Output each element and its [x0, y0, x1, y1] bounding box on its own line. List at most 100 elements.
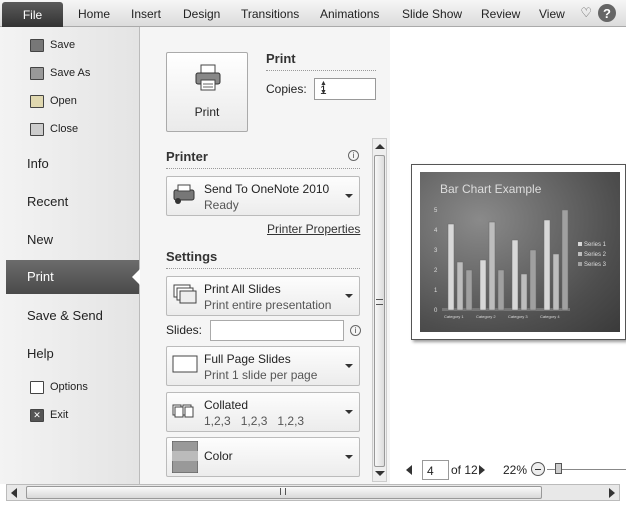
print-range-subtitle: Print entire presentation [204, 298, 332, 312]
printer-info-icon[interactable]: i [348, 150, 359, 161]
legend-swatch [578, 242, 582, 246]
nav-info[interactable]: Info [27, 156, 49, 171]
tab-transitions[interactable]: Transitions [241, 7, 299, 21]
slides-label: Slides: [166, 323, 203, 337]
minimize-ribbon-icon[interactable]: ♡ [580, 5, 592, 21]
legend-label: Series 1 [584, 242, 607, 248]
page-number-input[interactable]: 4 [422, 460, 449, 480]
scroll-right-icon[interactable] [609, 488, 615, 498]
print-button[interactable]: Print [166, 52, 248, 132]
nav-print-label: Print [27, 269, 54, 284]
close-folder-icon [30, 122, 44, 136]
printer-status: Ready [204, 198, 239, 212]
printer-properties-link[interactable]: Printer Properties [267, 222, 360, 236]
nav-help[interactable]: Help [27, 346, 54, 361]
zoom-level: 22% [503, 463, 528, 477]
tab-review[interactable]: Review [481, 7, 520, 21]
slides-info-icon[interactable]: i [350, 325, 361, 336]
printer-name: Send To OneNote 2010 [204, 182, 330, 196]
increment-icon[interactable]: ▲ [320, 80, 372, 87]
chevron-down-icon [345, 455, 353, 459]
scroll-up-icon[interactable] [375, 144, 385, 149]
bar-series-2 [552, 253, 560, 311]
save-command[interactable]: Save [30, 38, 76, 52]
collate-title: Collated [204, 398, 249, 412]
settings-header-divider [166, 268, 360, 269]
settings-scrollbar[interactable] [372, 138, 387, 482]
open-folder-icon [30, 94, 44, 108]
tab-animations[interactable]: Animations [320, 7, 379, 21]
copies-stepper[interactable]: 1 ▲ ▼ [314, 78, 376, 100]
slides-input[interactable] [210, 320, 344, 341]
zoom-out-icon[interactable] [531, 462, 545, 476]
print-header-divider [266, 70, 376, 71]
bar-series-3 [529, 249, 537, 311]
legend-label: Series 3 [584, 262, 607, 268]
nav-new[interactable]: New [27, 232, 53, 247]
tab-slide-show[interactable]: Slide Show [402, 7, 462, 21]
nav-save-send[interactable]: Save & Send [27, 308, 103, 323]
page-count: of 12 [451, 463, 478, 477]
category-label: Category 2 [476, 314, 496, 319]
save-icon [30, 38, 44, 52]
exit-command[interactable]: ✕ Exit [30, 408, 69, 422]
y-tick-label: 3 [434, 248, 438, 254]
close-label: Close [50, 123, 79, 135]
options-icon [30, 380, 44, 394]
help-icon[interactable]: ? [598, 4, 616, 22]
tab-home[interactable]: Home [78, 7, 110, 21]
color-title: Color [204, 449, 233, 463]
decrement-icon[interactable]: ▼ [320, 89, 372, 96]
bar-series-1 [543, 219, 551, 311]
slides-stack-icon [173, 284, 197, 304]
layout-title: Full Page Slides [204, 352, 291, 366]
chevron-down-icon [345, 410, 353, 414]
layout-dropdown[interactable]: Full Page Slides Print 1 slide per page [166, 346, 360, 386]
exit-icon: ✕ [30, 408, 44, 422]
collated-pages-icon [172, 404, 194, 418]
close-command[interactable]: Close [30, 122, 79, 136]
bar-series-3 [497, 269, 505, 311]
options-command[interactable]: Options [30, 380, 88, 394]
horizontal-scrollbar[interactable] [6, 484, 620, 501]
exit-label: Exit [50, 409, 69, 421]
save-label: Save [50, 39, 76, 51]
selection-notch [132, 269, 140, 285]
scrollbar-thumb[interactable] [374, 155, 385, 467]
tab-design[interactable]: Design [183, 7, 220, 21]
ribbon: File Home Insert Design Transitions Anim… [0, 0, 626, 27]
file-tab[interactable]: File [2, 2, 63, 27]
print-range-dropdown[interactable]: Print All Slides Print entire presentati… [166, 276, 360, 316]
next-page-icon[interactable] [479, 465, 485, 475]
legend-label: Series 2 [584, 252, 607, 258]
save-as-command[interactable]: Save As [30, 66, 91, 80]
open-command[interactable]: Open [30, 94, 77, 108]
category-label: Category 3 [508, 314, 528, 319]
print-button-label: Print [194, 105, 220, 119]
nav-recent[interactable]: Recent [27, 194, 68, 209]
collate-dropdown[interactable]: Collated 1,2,3 1,2,3 1,2,3 [166, 392, 360, 432]
bar-series-2 [520, 273, 528, 311]
bar-chart: 0 1 2 3 4 5 Category 1 Category 2 Category 3 Cate… [434, 208, 607, 319]
color-swatch-icon [172, 441, 198, 473]
nav-print[interactable]: Print [6, 260, 140, 294]
options-label: Options [50, 381, 88, 393]
y-tick-label: 5 [434, 208, 438, 214]
bar-series-2 [456, 261, 464, 311]
previous-page-icon[interactable] [406, 465, 412, 475]
open-label: Open [50, 95, 77, 107]
chevron-down-icon [345, 364, 353, 368]
printer-dropdown[interactable]: Send To OneNote 2010 Ready [166, 176, 360, 216]
collate-subtitle: 1,2,3 1,2,3 1,2,3 [204, 414, 305, 428]
zoom-slider-thumb[interactable] [555, 463, 562, 474]
scroll-down-icon[interactable] [375, 471, 385, 476]
save-as-label: Save As [50, 67, 91, 79]
scroll-left-icon[interactable] [11, 488, 17, 498]
tab-view[interactable]: View [539, 7, 565, 21]
color-dropdown[interactable]: Color [166, 437, 360, 477]
tab-insert[interactable]: Insert [131, 7, 161, 21]
legend-swatch [578, 252, 582, 256]
bar-series-1 [511, 239, 519, 311]
print-range-title: Print All Slides [204, 282, 281, 296]
y-tick-label: 1 [434, 288, 438, 294]
